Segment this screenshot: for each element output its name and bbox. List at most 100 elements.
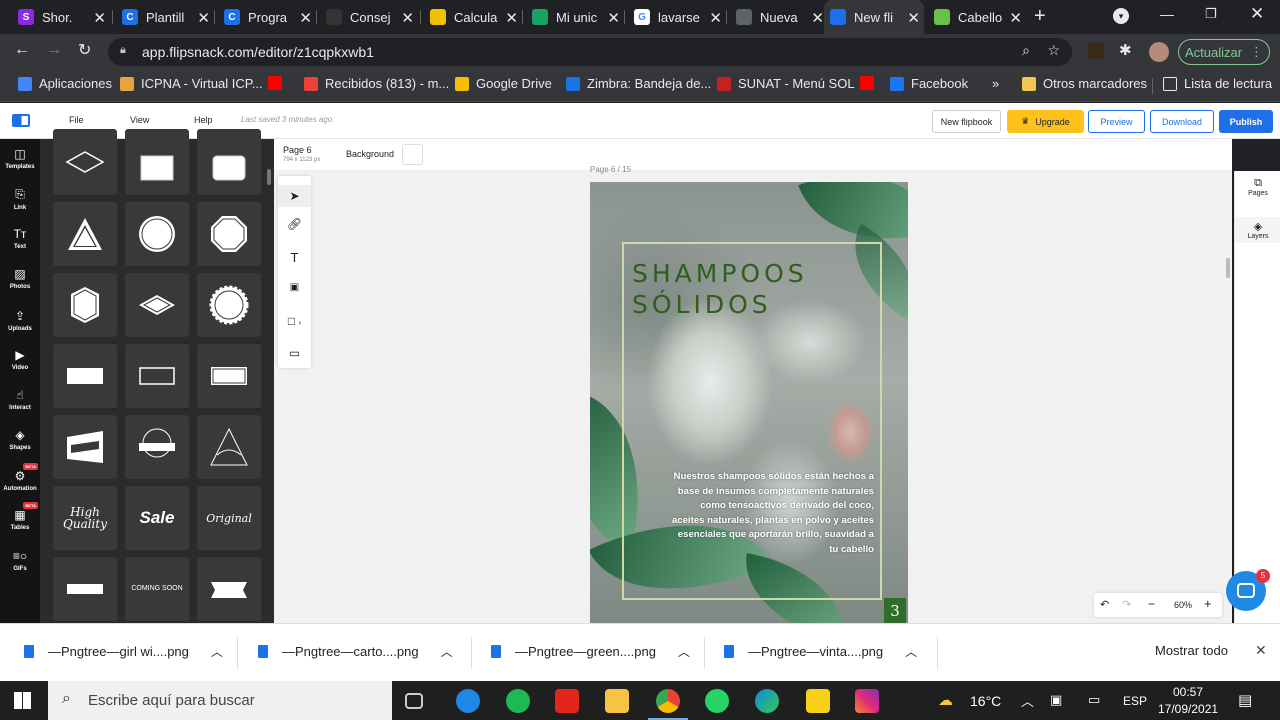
sticker-new[interactable] — [197, 557, 261, 621]
network-icon[interactable]: ▭ — [1088, 692, 1100, 708]
download-item[interactable]: —Pngtree—girl wi....png ︿ — [24, 643, 223, 660]
spotify-icon[interactable] — [506, 689, 530, 713]
chevron-up-icon[interactable]: ︿ — [211, 643, 223, 660]
update-button[interactable]: Actualizar ⋮ — [1178, 39, 1270, 65]
file-explorer-icon[interactable] — [605, 689, 629, 713]
sticker-coming-soon[interactable]: COMING SOON — [125, 557, 189, 621]
sidebar-item-video[interactable]: ▶ Video — [0, 348, 40, 371]
whatsapp-icon[interactable] — [705, 689, 729, 713]
taskbar-search[interactable]: ⌕ Escribe aquí para buscar — [48, 681, 392, 720]
sticker-high-quality[interactable]: High Quality — [53, 486, 117, 550]
sidebar-item-interact[interactable]: ☝ Interact — [0, 388, 40, 411]
clock-date[interactable]: 17/09/2021 — [1158, 702, 1218, 716]
shape-tool-icon[interactable]: □ › — [278, 314, 311, 328]
shape-scalloped-circle[interactable] — [197, 273, 261, 337]
bookmark-item[interactable] — [860, 76, 881, 90]
sidebar-item-text[interactable]: Tт Text — [0, 227, 40, 250]
browser-tab[interactable]: S Shor. ✕ — [12, 0, 110, 34]
sticker-coffee[interactable] — [197, 415, 261, 479]
notifications-icon[interactable]: ▤ — [1238, 691, 1252, 709]
tab-close-icon[interactable]: ✕ — [709, 9, 722, 27]
language-indicator[interactable]: ESP — [1123, 694, 1147, 708]
zoom-level[interactable]: 60% — [1174, 600, 1192, 610]
acrobat-icon[interactable] — [555, 689, 579, 713]
sidebar-item-tables[interactable]: ▦ Tables BETA — [0, 502, 40, 531]
menu-file[interactable]: File — [69, 115, 84, 125]
bookmark-item[interactable]: ICPNA - Virtual ICP... — [120, 76, 263, 91]
canvas-scrollbar[interactable] — [1226, 258, 1230, 278]
bookmark-item[interactable]: Recibidos (813) - m... — [304, 76, 449, 91]
tab-close-icon[interactable]: ✕ — [1009, 9, 1022, 27]
puzzle-icon[interactable]: ✱ — [1119, 41, 1132, 59]
sticker-best-place[interactable] — [125, 415, 189, 479]
link-tool-icon[interactable]: 🔗︎ — [278, 217, 311, 231]
tab-close-icon[interactable]: ✕ — [197, 9, 210, 27]
new-tab-button[interactable]: + — [1034, 5, 1046, 28]
sticky-notes-icon[interactable] — [806, 689, 830, 713]
forward-icon[interactable]: → — [46, 41, 62, 59]
browser-tab[interactable]: C Plantill ✕ — [116, 0, 214, 34]
shape-hexagon[interactable] — [53, 273, 117, 337]
tray-chevron-icon[interactable]: ︿ — [1021, 691, 1034, 710]
weather-icon[interactable]: ☁ — [938, 691, 953, 709]
new-flipbook-button[interactable]: New flipbook — [932, 110, 1001, 133]
sidebar-item-uploads[interactable]: ⇪ Uploads — [0, 309, 40, 332]
bookmark-item[interactable]: Aplicaciones — [18, 76, 112, 91]
browser-tab[interactable]: Nueva ✕ — [730, 0, 828, 34]
bookmark-item[interactable]: Zimbra: Bandeja de... — [566, 76, 711, 91]
sidebar-item-photos[interactable]: ▨ Photos — [0, 267, 40, 290]
other-bookmarks[interactable]: Otros marcadores — [1022, 76, 1147, 91]
chevron-up-icon[interactable]: ︿ — [441, 643, 453, 660]
sticker-original[interactable]: Original — [197, 486, 261, 550]
edge-icon[interactable] — [755, 689, 779, 713]
tab-close-icon[interactable]: ✕ — [401, 9, 414, 27]
page-title[interactable]: SHAMPOOS SÓLIDOS — [632, 258, 808, 320]
close-window-button[interactable]: ✕ — [1250, 4, 1264, 24]
sidebar-item-templates[interactable]: ◫ Templates — [0, 147, 40, 170]
bookmark-star-icon[interactable]: ☆ — [1047, 42, 1060, 59]
close-downloads-icon[interactable]: ✕ — [1255, 642, 1267, 659]
tab-close-icon[interactable]: ✕ — [811, 9, 824, 27]
shape-rect-solid[interactable] — [53, 344, 117, 408]
shape-diamond-filled[interactable] — [125, 273, 189, 337]
download-item[interactable]: —Pngtree—vinta....png ︿ — [724, 643, 917, 660]
browser-tab[interactable]: Calcula ✕ — [424, 0, 522, 34]
clock-time[interactable]: 00:57 — [1173, 685, 1203, 699]
tab-close-icon[interactable]: ✕ — [607, 9, 620, 27]
avatar[interactable] — [1149, 42, 1169, 62]
show-all-button[interactable]: Mostrar todo — [1155, 643, 1228, 658]
restore-button[interactable]: ❐ — [1205, 6, 1217, 22]
shape-triangle[interactable] — [53, 202, 117, 266]
address-bar[interactable]: 🔒︎ app.flipsnack.com/editor/z1cqpkxwb1 ⌕… — [108, 38, 1072, 66]
video-tool-icon[interactable]: ▣ — [278, 282, 311, 293]
bookmark-item[interactable] — [268, 76, 289, 90]
comment-tool-icon[interactable]: ▭ — [278, 346, 311, 360]
minimize-button[interactable]: — — [1160, 6, 1174, 22]
shape-diamond-outline[interactable] — [53, 129, 117, 195]
bookmark-item[interactable]: SUNAT - Menú SOL — [717, 76, 855, 91]
tab-close-icon[interactable]: ✕ — [907, 9, 920, 27]
download-item[interactable]: —Pngtree—green....png ︿ — [491, 643, 690, 660]
sidebar-item-link[interactable]: ⎘ Link — [0, 187, 40, 211]
zoom-in-button[interactable]: + — [1204, 596, 1212, 611]
shape-rect-outline[interactable] — [125, 344, 189, 408]
reload-icon[interactable]: ↻ — [78, 40, 91, 60]
sidebar-item-gifs[interactable]: ≡○ GIFs — [0, 549, 40, 572]
page-number[interactable]: 3 — [884, 598, 906, 623]
sticker-hello-winter[interactable] — [53, 415, 117, 479]
extension-icon[interactable] — [1088, 43, 1104, 59]
reading-list[interactable]: Lista de lectura — [1163, 76, 1272, 91]
browser-tab[interactable]: Consej ✕ — [320, 0, 418, 34]
temperature[interactable]: 16°C — [970, 693, 1001, 709]
bookmark-item[interactable]: Google Drive — [455, 76, 552, 91]
tab-close-icon[interactable]: ✕ — [93, 9, 106, 27]
sticker-sale[interactable]: Sale — [125, 486, 189, 550]
layers-tab[interactable]: ◈ Layers — [1235, 217, 1280, 243]
select-tool-icon[interactable]: ➤ — [278, 185, 311, 207]
instagram-icon[interactable] — [855, 689, 879, 713]
scrollbar[interactable] — [267, 169, 271, 185]
browser-tab[interactable]: Glavarse ✕ — [628, 0, 726, 34]
tab-close-icon[interactable]: ✕ — [299, 9, 312, 27]
sticker-hard[interactable] — [53, 557, 117, 621]
download-button[interactable]: Download — [1150, 110, 1214, 133]
